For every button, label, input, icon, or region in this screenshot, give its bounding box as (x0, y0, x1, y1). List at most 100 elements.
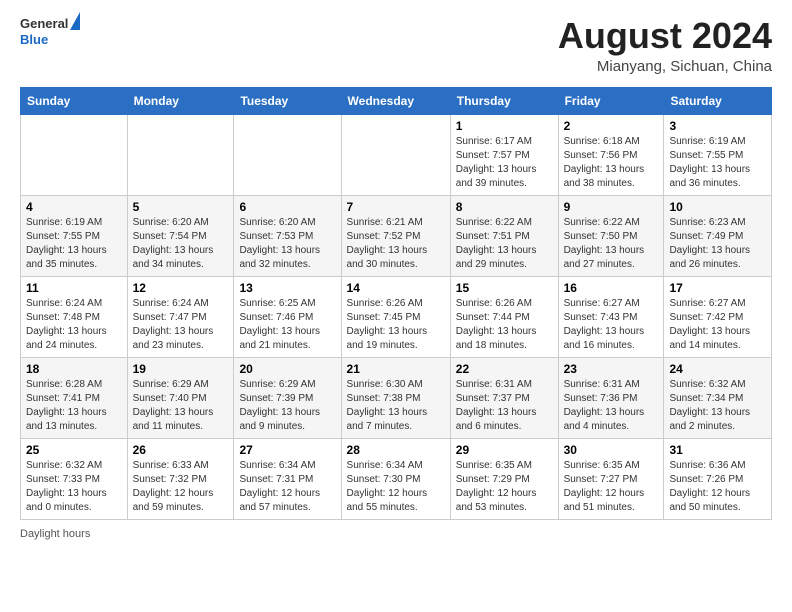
day-number: 3 (669, 119, 766, 133)
day-info: Sunrise: 6:19 AM Sunset: 7:55 PM Dayligh… (669, 135, 766, 191)
calendar-cell: 2 Sunrise: 6:18 AM Sunset: 7:56 PM Daylig… (558, 114, 664, 195)
day-number: 21 (347, 362, 445, 376)
calendar-cell: 10Sunrise: 6:23 AM Sunset: 7:49 PM Dayli… (664, 195, 772, 276)
calendar-cell: 5 Sunrise: 6:20 AM Sunset: 7:54 PM Daylig… (127, 195, 234, 276)
calendar-cell: 17 Sunrise: 6:27 AM Sunset: 7:42 PM Dayli… (664, 276, 772, 357)
day-info: Sunrise: 6:22 AM Sunset: 7:50 PM Dayligh… (564, 216, 659, 272)
calendar-cell: 7 Sunrise: 6:21 AM Sunset: 7:52 PM Daylig… (341, 195, 450, 276)
day-info: Sunrise: 6:32 AM Sunset: 7:34 PM Dayligh… (669, 378, 766, 434)
day-number: 16 (564, 281, 659, 295)
calendar-cell (234, 114, 341, 195)
day-number: 8 (456, 200, 553, 214)
day-number: 2 (564, 119, 659, 133)
month-year-title: August 2024 (558, 16, 772, 56)
calendar-cell: 11Sunrise: 6:24 AM Sunset: 7:48 PM Dayli… (21, 276, 128, 357)
day-info: Sunrise: 6:25 AM Sunset: 7:46 PM Dayligh… (239, 297, 335, 353)
day-info: Sunrise: 6:27 AM Sunset: 7:42 PM Dayligh… (669, 297, 766, 353)
calendar-cell: 13 Sunrise: 6:25 AM Sunset: 7:46 PM Dayli… (234, 276, 341, 357)
calendar-cell: 14 Sunrise: 6:26 AM Sunset: 7:45 PM Dayli… (341, 276, 450, 357)
day-number: 28 (347, 443, 445, 457)
logo-general: General (20, 16, 68, 32)
day-info: Sunrise: 6:35 AM Sunset: 7:29 PM Dayligh… (456, 459, 553, 515)
day-number: 17 (669, 281, 766, 295)
calendar-cell: 15 Sunrise: 6:26 AM Sunset: 7:44 PM Dayli… (450, 276, 558, 357)
weekday-header-friday: Friday (558, 87, 664, 114)
calendar-cell: 16 Sunrise: 6:27 AM Sunset: 7:43 PM Dayli… (558, 276, 664, 357)
weekday-header-tuesday: Tuesday (234, 87, 341, 114)
day-info: Sunrise: 6:30 AM Sunset: 7:38 PM Dayligh… (347, 378, 445, 434)
day-number: 1 (456, 119, 553, 133)
day-number: 4 (26, 200, 122, 214)
day-number: 25 (26, 443, 122, 457)
calendar-cell: 28Sunrise: 6:34 AM Sunset: 7:30 PM Dayli… (341, 438, 450, 519)
calendar-cell: 24 Sunrise: 6:32 AM Sunset: 7:34 PM Dayli… (664, 357, 772, 438)
day-number: 6 (239, 200, 335, 214)
day-info: Sunrise: 6:35 AM Sunset: 7:27 PM Dayligh… (564, 459, 659, 515)
day-info: Sunrise: 6:19 AM Sunset: 7:55 PM Dayligh… (26, 216, 122, 272)
calendar-cell: 19 Sunrise: 6:29 AM Sunset: 7:40 PM Dayli… (127, 357, 234, 438)
day-number: 5 (133, 200, 229, 214)
day-info: Sunrise: 6:23 AM Sunset: 7:49 PM Dayligh… (669, 216, 766, 272)
day-number: 15 (456, 281, 553, 295)
calendar-cell: 31Sunrise: 6:36 AM Sunset: 7:26 PM Dayli… (664, 438, 772, 519)
day-number: 18 (26, 362, 122, 376)
day-number: 14 (347, 281, 445, 295)
calendar-cell: 18 Sunrise: 6:28 AM Sunset: 7:41 PM Dayli… (21, 357, 128, 438)
calendar-week-row: 25Sunrise: 6:32 AM Sunset: 7:33 PM Dayli… (21, 438, 772, 519)
day-info: Sunrise: 6:22 AM Sunset: 7:51 PM Dayligh… (456, 216, 553, 272)
day-number: 13 (239, 281, 335, 295)
day-info: Sunrise: 6:27 AM Sunset: 7:43 PM Dayligh… (564, 297, 659, 353)
day-info: Sunrise: 6:20 AM Sunset: 7:53 PM Dayligh… (239, 216, 335, 272)
day-number: 9 (564, 200, 659, 214)
day-number: 24 (669, 362, 766, 376)
day-info: Sunrise: 6:31 AM Sunset: 7:37 PM Dayligh… (456, 378, 553, 434)
logo-blue: Blue (20, 32, 68, 48)
day-info: Sunrise: 6:26 AM Sunset: 7:45 PM Dayligh… (347, 297, 445, 353)
calendar-cell (127, 114, 234, 195)
logo: General Blue (20, 16, 80, 47)
calendar-cell: 20 Sunrise: 6:29 AM Sunset: 7:39 PM Dayli… (234, 357, 341, 438)
day-number: 30 (564, 443, 659, 457)
logo-triangle-icon (70, 12, 80, 30)
page-header: General Blue August 2024 Mianyang, Sichu… (20, 16, 772, 75)
calendar-cell: 8 Sunrise: 6:22 AM Sunset: 7:51 PM Daylig… (450, 195, 558, 276)
calendar-cell (21, 114, 128, 195)
day-number: 20 (239, 362, 335, 376)
day-info: Sunrise: 6:18 AM Sunset: 7:56 PM Dayligh… (564, 135, 659, 191)
calendar-cell: 12Sunrise: 6:24 AM Sunset: 7:47 PM Dayli… (127, 276, 234, 357)
day-number: 22 (456, 362, 553, 376)
day-info: Sunrise: 6:33 AM Sunset: 7:32 PM Dayligh… (133, 459, 229, 515)
day-number: 7 (347, 200, 445, 214)
day-number: 29 (456, 443, 553, 457)
calendar-cell: 22 Sunrise: 6:31 AM Sunset: 7:37 PM Dayli… (450, 357, 558, 438)
day-info: Sunrise: 6:21 AM Sunset: 7:52 PM Dayligh… (347, 216, 445, 272)
day-info: Sunrise: 6:28 AM Sunset: 7:41 PM Dayligh… (26, 378, 122, 434)
calendar-table: SundayMondayTuesdayWednesdayThursdayFrid… (20, 87, 772, 520)
calendar-cell: 26Sunrise: 6:33 AM Sunset: 7:32 PM Dayli… (127, 438, 234, 519)
day-info: Sunrise: 6:29 AM Sunset: 7:40 PM Dayligh… (133, 378, 229, 434)
weekday-header-sunday: Sunday (21, 87, 128, 114)
day-info: Sunrise: 6:31 AM Sunset: 7:36 PM Dayligh… (564, 378, 659, 434)
calendar-cell: 1 Sunrise: 6:17 AM Sunset: 7:57 PM Daylig… (450, 114, 558, 195)
day-info: Sunrise: 6:26 AM Sunset: 7:44 PM Dayligh… (456, 297, 553, 353)
calendar-cell: 21 Sunrise: 6:30 AM Sunset: 7:38 PM Dayli… (341, 357, 450, 438)
day-info: Sunrise: 6:29 AM Sunset: 7:39 PM Dayligh… (239, 378, 335, 434)
day-number: 19 (133, 362, 229, 376)
footer-note: Daylight hours (20, 528, 772, 540)
day-info: Sunrise: 6:17 AM Sunset: 7:57 PM Dayligh… (456, 135, 553, 191)
weekday-header-wednesday: Wednesday (341, 87, 450, 114)
day-info: Sunrise: 6:20 AM Sunset: 7:54 PM Dayligh… (133, 216, 229, 272)
calendar-cell: 4 Sunrise: 6:19 AM Sunset: 7:55 PM Daylig… (21, 195, 128, 276)
calendar-cell: 29 Sunrise: 6:35 AM Sunset: 7:29 PM Dayli… (450, 438, 558, 519)
title-section: August 2024 Mianyang, Sichuan, China (558, 16, 772, 75)
location-subtitle: Mianyang, Sichuan, China (558, 58, 772, 75)
day-number: 31 (669, 443, 766, 457)
day-number: 27 (239, 443, 335, 457)
calendar-week-row: 1 Sunrise: 6:17 AM Sunset: 7:57 PM Daylig… (21, 114, 772, 195)
calendar-cell (341, 114, 450, 195)
weekday-header-saturday: Saturday (664, 87, 772, 114)
weekday-header-row: SundayMondayTuesdayWednesdayThursdayFrid… (21, 87, 772, 114)
day-number: 23 (564, 362, 659, 376)
calendar-cell: 23 Sunrise: 6:31 AM Sunset: 7:36 PM Dayli… (558, 357, 664, 438)
day-number: 12 (133, 281, 229, 295)
